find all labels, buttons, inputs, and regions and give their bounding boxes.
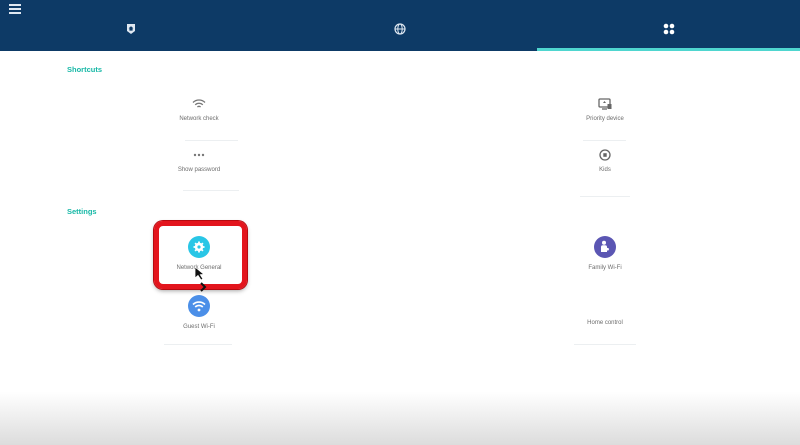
globe-icon [393, 23, 406, 35]
dots-password-icon [193, 153, 205, 157]
home-shield-icon [127, 24, 135, 34]
tile-label: Family Wi-Fi [588, 265, 622, 271]
tile-label: Show password [177, 167, 221, 173]
divider [580, 196, 630, 197]
tile-label: Network check [179, 116, 219, 122]
top-navigation-bar [0, 0, 800, 51]
tile-label: Priority device [586, 116, 624, 122]
priority-device-icon [598, 98, 612, 110]
tab-home[interactable] [0, 14, 262, 51]
tab-internet[interactable] [262, 14, 537, 51]
family-icon [594, 236, 616, 258]
app-window: Shortcuts Network check Priority device … [0, 0, 800, 445]
bottom-fade [0, 392, 800, 445]
divider [574, 344, 636, 345]
shortcut-kids[interactable]: Kids [545, 149, 665, 173]
kids-icon [599, 149, 611, 161]
setting-guest-wifi[interactable]: Guest Wi-Fi [139, 295, 259, 330]
tab-more[interactable] [537, 14, 800, 51]
tile-label: Kids [599, 167, 611, 173]
gear-icon [188, 236, 210, 258]
shortcut-network-check[interactable]: Network check [139, 98, 259, 122]
divider [185, 140, 238, 141]
tile-label: Guest Wi-Fi [183, 324, 215, 330]
shortcut-priority-device[interactable]: Priority device [545, 98, 665, 122]
active-tab-indicator [537, 48, 800, 51]
wifi-signal-icon [192, 99, 206, 108]
shortcut-show-password[interactable]: Show password [139, 149, 259, 173]
grid-apps-icon [663, 23, 674, 35]
wifi-icon [188, 295, 210, 317]
setting-family-wifi[interactable]: Family Wi-Fi [545, 236, 665, 271]
divider [583, 140, 626, 141]
mouse-cursor-icon [194, 266, 207, 292]
shortcuts-section-title: Shortcuts [67, 65, 103, 74]
divider [183, 190, 239, 191]
divider [164, 344, 232, 345]
tile-label: Home control [587, 320, 623, 326]
hamburger-menu-icon[interactable] [9, 4, 21, 14]
setting-home-control[interactable]: Home control [545, 311, 665, 326]
settings-section-title: Settings [67, 207, 97, 216]
